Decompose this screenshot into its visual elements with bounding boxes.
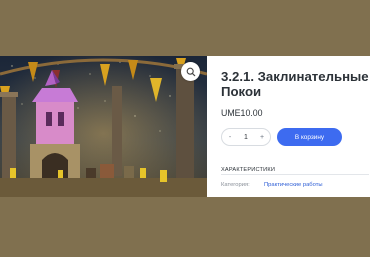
characteristics-heading: ХАРАКТЕРИСТИКИ: [221, 167, 276, 173]
attribute-value-category-link[interactable]: Практические работы: [264, 182, 323, 188]
magnifier-icon: [186, 67, 195, 76]
product-card: 3.2.1. Заклинательные Покои UME10.00 - 1…: [0, 56, 370, 197]
section-divider: [221, 174, 369, 175]
product-price: UME10.00: [221, 108, 263, 118]
quantity-decrease-button[interactable]: -: [226, 134, 234, 141]
product-image[interactable]: [0, 56, 207, 197]
attribute-key-category: Категория:: [221, 182, 250, 188]
quantity-value[interactable]: 1: [244, 134, 248, 141]
product-image-art: [0, 56, 207, 197]
zoom-button[interactable]: [181, 62, 200, 81]
product-title: 3.2.1. Заклинательные Покои: [221, 69, 369, 99]
quantity-increase-button[interactable]: +: [258, 134, 266, 141]
quantity-stepper: - 1 +: [221, 128, 271, 146]
product-info: 3.2.1. Заклинательные Покои UME10.00 - 1…: [221, 56, 370, 197]
add-to-cart-button[interactable]: В корзину: [277, 128, 342, 146]
